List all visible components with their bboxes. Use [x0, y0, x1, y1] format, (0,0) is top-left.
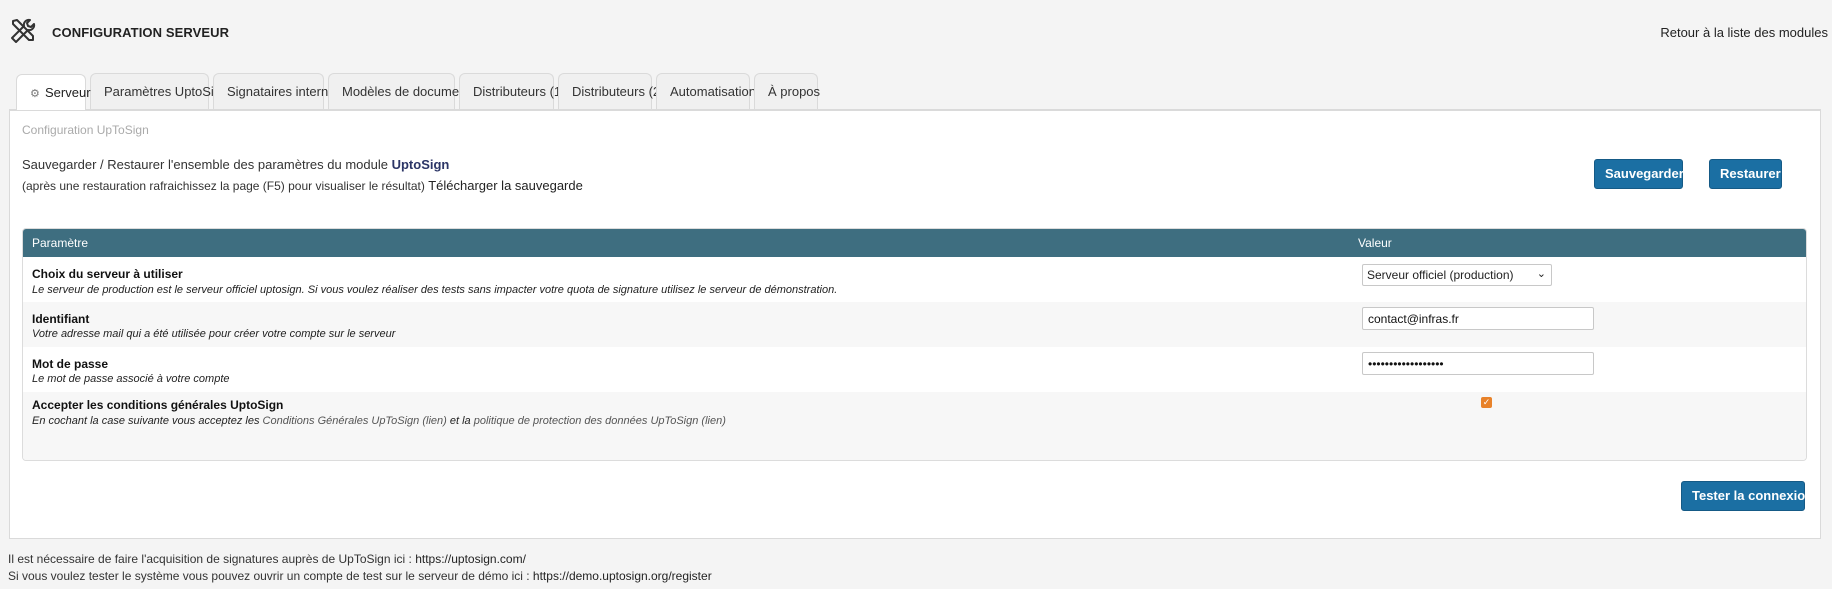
restore-button[interactable]: Restaurer: [1709, 159, 1782, 189]
column-header-param: Paramètre: [32, 236, 89, 250]
identifier-input[interactable]: contact@infras.fr: [1362, 307, 1594, 330]
demo-register-link[interactable]: https://demo.uptosign.org/register: [533, 569, 712, 583]
tools-icon: [11, 18, 36, 43]
tab-label: Signataires internes: [227, 84, 342, 99]
tab-distributeurs-1[interactable]: Distributeurs (1): [459, 73, 565, 109]
table-row: Choix du serveur à utiliser Le serveur d…: [23, 257, 1806, 302]
table-row: Mot de passe Le mot de passe associé à v…: [23, 347, 1806, 392]
tab-label: Serveur: [45, 85, 91, 100]
page-title: CONFIGURATION SERVEUR: [52, 25, 230, 40]
chevron-down-icon: ⌄: [1536, 268, 1546, 280]
tab-label: À propos: [768, 84, 821, 99]
server-select[interactable]: Serveur officiel (production) ⌄: [1362, 264, 1552, 286]
restore-hint-line: (après une restauration rafraichissez la…: [22, 178, 583, 193]
row-label: Mot de passe: [32, 357, 109, 371]
tab-label: Paramètres UptoSign: [104, 84, 229, 99]
test-connection-button[interactable]: Tester la connexion: [1681, 481, 1813, 511]
table-row: Identifiant Votre adresse mail qui a été…: [23, 302, 1806, 347]
row-description: En cochant la case suivante vous accepte…: [32, 415, 726, 427]
uptosign-link[interactable]: https://uptosign.com/: [415, 552, 526, 566]
tab-automatisations[interactable]: Automatisations: [656, 73, 763, 109]
server-select-value: Serveur officiel (production): [1367, 268, 1514, 282]
back-to-modules-link[interactable]: Retour à la liste des modules: [1660, 25, 1828, 40]
accept-terms-checkbox[interactable]: ✓: [1481, 397, 1492, 408]
top-bar: CONFIGURATION SERVEUR Retour à la liste …: [0, 0, 1832, 66]
tab-signataires-internes[interactable]: Signataires internes: [213, 73, 342, 109]
footer-text: Si vous voulez tester le système vous po…: [8, 569, 530, 583]
footer-demo-line: Si vous voulez tester le système vous po…: [8, 569, 712, 583]
tab-label: Distributeurs (1): [473, 84, 566, 99]
settings-table: Paramètre Valeur Choix du serveur à util…: [22, 228, 1807, 461]
row-description: Le mot de passe associé à votre compte: [32, 373, 230, 385]
save-button[interactable]: Sauvegarder: [1594, 159, 1684, 189]
settings-icon: ⚙: [30, 88, 40, 100]
config-panel: Configuration UpToSign Sauvegarder / Res…: [9, 109, 1821, 539]
restore-hint: (après une restauration rafraichissez la…: [22, 179, 425, 193]
backup-text: Sauvegarder / Restaurer l'ensemble des p…: [22, 157, 388, 172]
row-label: Identifiant: [32, 312, 90, 326]
footer-text: Il est nécessaire de faire l'acquisition…: [8, 552, 412, 566]
tab-label: Distributeurs (2): [572, 84, 665, 99]
backup-description: Sauvegarder / Restaurer l'ensemble des p…: [22, 157, 449, 172]
privacy-policy-link[interactable]: politique de protection des données UpTo…: [474, 415, 726, 427]
download-backup-link[interactable]: Télécharger la sauvegarde: [428, 178, 583, 193]
footer-purchase-line: Il est nécessaire de faire l'acquisition…: [8, 552, 526, 566]
tab-a-propos[interactable]: À propos: [754, 73, 821, 109]
tab-label: Modèles de documents: [342, 84, 477, 99]
column-header-value: Valeur: [1358, 236, 1392, 250]
table-header: Paramètre Valeur: [23, 229, 1806, 257]
desc-text: En cochant la case suivante vous accepte…: [32, 415, 260, 427]
table-row: Accepter les conditions générales UptoSi…: [23, 392, 1806, 460]
tab-distributeurs-2[interactable]: Distributeurs (2): [558, 73, 664, 109]
tab-serveur[interactable]: ⚙ Serveur: [16, 74, 91, 110]
terms-link[interactable]: Conditions Générales UpToSign (lien): [263, 415, 447, 427]
password-input[interactable]: ••••••••••••••••••: [1362, 352, 1594, 375]
tab-parametres-uptosign[interactable]: Paramètres UptoSign: [90, 73, 228, 109]
row-description: Le serveur de production est le serveur …: [32, 284, 838, 296]
row-label: Choix du serveur à utiliser: [32, 267, 183, 281]
desc-text: et la: [449, 415, 471, 427]
row-description: Votre adresse mail qui a été utilisée po…: [32, 328, 396, 340]
row-label: Accepter les conditions générales UptoSi…: [32, 398, 284, 412]
tab-label: Automatisations: [670, 84, 763, 99]
tab-modeles-documents[interactable]: Modèles de documents: [328, 73, 476, 109]
brand-name: UptoSign: [391, 157, 450, 172]
config-title: Configuration UpToSign: [22, 123, 149, 137]
